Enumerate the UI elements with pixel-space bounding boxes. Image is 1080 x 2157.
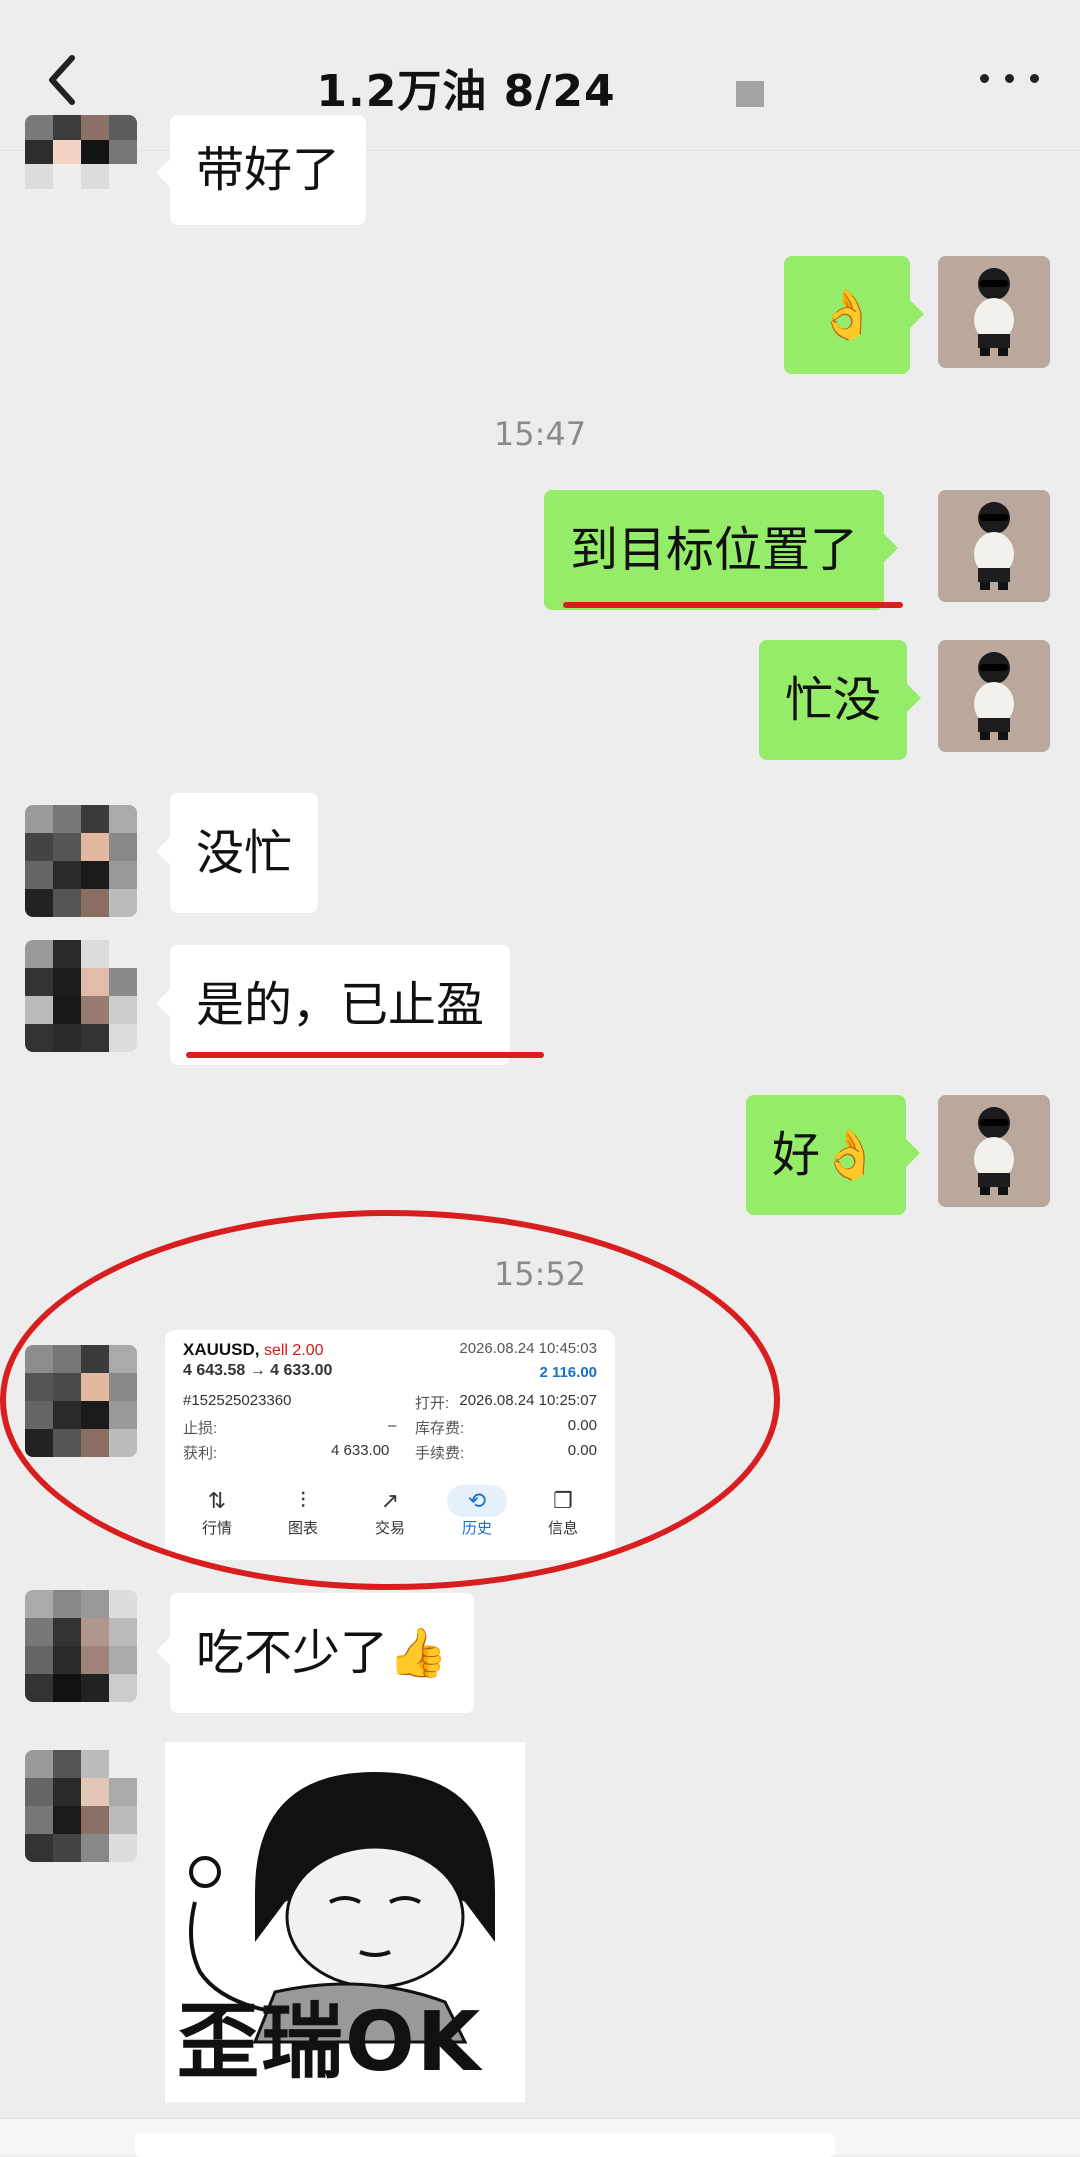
cartoon-avatar-icon: [938, 256, 1050, 368]
tab-chart[interactable]: ⫶ 图表: [273, 1485, 333, 1538]
take-profit-value: 4 633.00: [331, 1442, 390, 1459]
my-avatar[interactable]: [938, 640, 1050, 752]
more-options-icon[interactable]: [980, 68, 1040, 88]
profit-total: 2 116.00: [539, 1364, 597, 1381]
my-avatar[interactable]: [938, 490, 1050, 602]
swap-value: 0.00: [567, 1417, 597, 1434]
timestamp: 15:47: [493, 415, 587, 453]
close-time: 2026.08.24 10:45:03: [459, 1340, 597, 1357]
my-avatar[interactable]: [938, 256, 1050, 368]
cartoon-avatar-icon: [938, 490, 1050, 602]
tab-trade[interactable]: ↗ 交易: [360, 1485, 420, 1538]
sticker-caption: 歪瑞OK: [177, 1995, 483, 2090]
chat-header: 1.2万油 8/24: [0, 0, 1080, 151]
message-bubble-incoming[interactable]: 带好了: [155, 115, 367, 225]
open-label: 打开:: [415, 1395, 450, 1412]
tab-messages[interactable]: ❐ 信息: [533, 1485, 593, 1538]
contact-avatar[interactable]: [25, 115, 137, 213]
tab-quotes[interactable]: ⇅ 行情: [187, 1485, 247, 1538]
contact-avatar[interactable]: [25, 1750, 137, 1862]
chat-title-text: 1.2万油 8/24: [316, 66, 616, 117]
meme-sticker[interactable]: 歪瑞OK: [165, 1742, 525, 2102]
input-bar: [0, 2118, 1080, 2157]
price-change: 4 643.58 → 4 633.00: [183, 1362, 333, 1379]
order-side: sell 2.00: [263, 1342, 324, 1359]
quotes-arrows-icon: ⇅: [207, 1488, 227, 1513]
red-underline-annotation: [186, 1052, 544, 1058]
fee-value: 0.00: [567, 1442, 597, 1459]
stop-loss-value: –: [388, 1417, 397, 1434]
message-bubble-outgoing[interactable]: 好👌: [746, 1095, 920, 1215]
trade-screenshot-card[interactable]: XAUUSD, sell 2.00 2026.08.24 10:45:03 4 …: [165, 1330, 615, 1560]
message-bubble-incoming[interactable]: 没忙: [155, 793, 319, 913]
timestamp: 15:52: [493, 1255, 587, 1293]
app-tab-bar: ⇅ 行情 ⫶ 图表 ↗ 交易 ⟲ 历史 ❐ 信息: [165, 1485, 615, 1555]
message-bubble-outgoing[interactable]: 到目标位置了: [544, 490, 899, 610]
open-time: 2026.08.24 10:25:07: [459, 1392, 597, 1409]
redacted-block: [735, 81, 764, 107]
trend-line-icon: ↗: [380, 1488, 400, 1513]
take-profit-label: 获利:: [183, 1445, 218, 1462]
message-bubble-outgoing[interactable]: 👌: [784, 256, 924, 374]
cartoon-avatar-icon: [938, 640, 1050, 752]
history-clock-icon: ⟲: [447, 1485, 507, 1517]
symbol: XAUUSD,: [183, 1340, 260, 1359]
cartoon-avatar-icon: [938, 1095, 1050, 1207]
stop-loss-label: 止损:: [183, 1420, 218, 1437]
contact-avatar[interactable]: [25, 805, 137, 917]
message-bubble-incoming[interactable]: 吃不少了👍: [156, 1593, 474, 1713]
red-underline-annotation: [563, 602, 903, 608]
message-bubble-incoming[interactable]: 是的，已止盈: [155, 945, 511, 1065]
swap-label: 库存费:: [415, 1420, 465, 1437]
contact-avatar[interactable]: [25, 1590, 137, 1702]
contact-avatar[interactable]: [25, 940, 137, 1052]
chat-bubbles-icon: ❐: [553, 1488, 573, 1513]
candlestick-icon: ⫶: [300, 1488, 306, 1513]
contact-avatar[interactable]: [25, 1345, 137, 1457]
order-id: #152525023360: [183, 1392, 292, 1409]
fee-label: 手续费:: [415, 1445, 465, 1462]
message-input[interactable]: [135, 2133, 835, 2157]
message-bubble-outgoing[interactable]: 忙没: [759, 640, 922, 760]
chat-title: 1.2万油 8/24: [0, 55, 1080, 119]
my-avatar[interactable]: [938, 1095, 1050, 1207]
tab-history[interactable]: ⟲ 历史: [447, 1485, 507, 1538]
